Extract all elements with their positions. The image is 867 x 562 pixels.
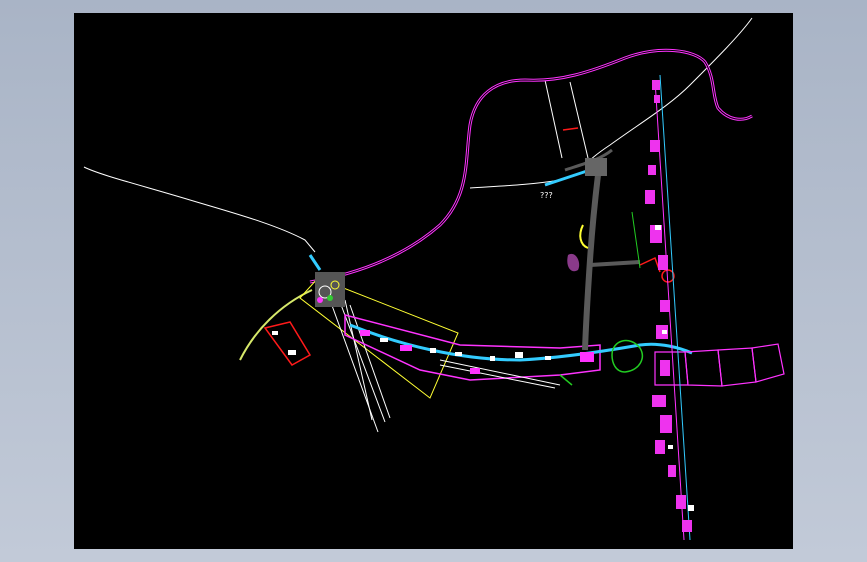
green-loop: [611, 339, 644, 373]
north-spur-b: [569, 81, 589, 159]
yellow-feature: [579, 224, 589, 249]
gray-road: [564, 148, 641, 351]
white-track-lines: [83, 17, 753, 253]
red-parcel-west: [263, 321, 312, 366]
cad-drawing-viewport[interactable]: ???: [74, 13, 793, 549]
site-plan-drawing: ???: [83, 17, 785, 541]
west-track: [83, 166, 316, 253]
northeast-track: [584, 17, 753, 166]
green-spur: [559, 374, 573, 386]
main-road: [309, 48, 753, 284]
north-spur-a: [544, 79, 563, 159]
junction-marks-label: ???: [540, 191, 553, 200]
main-road-curve: [309, 48, 753, 284]
west-junction-cluster: [308, 254, 345, 307]
central-corridor: [344, 314, 693, 389]
main-road-inner: [309, 49, 753, 283]
gray-pad: [567, 253, 580, 272]
parallel-runways: [329, 299, 391, 433]
green-connector: [631, 211, 641, 269]
east-red-feature: [639, 256, 675, 283]
